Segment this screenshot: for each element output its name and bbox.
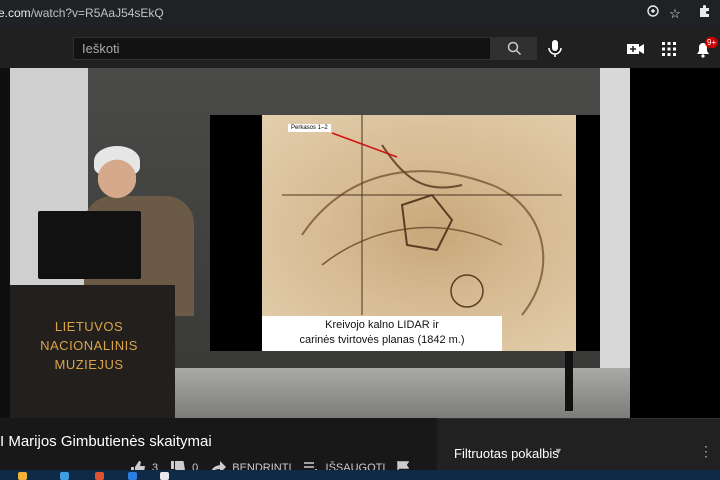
search-button[interactable] bbox=[491, 37, 537, 60]
podium: LIETUVOS NACIONALINIS MUZIEJUS bbox=[10, 285, 175, 418]
create-video-icon bbox=[627, 44, 644, 54]
taskbar-app-icon[interactable] bbox=[18, 472, 27, 480]
podium-line-2: NACIONALINIS bbox=[40, 338, 138, 353]
chevron-down-icon[interactable]: ▼ bbox=[554, 446, 563, 456]
notification-badge: 9+ bbox=[705, 37, 719, 48]
slide-caption-line-2: carinės tvirtovės planas (1842 m.) bbox=[299, 334, 465, 346]
taskbar-app-icon[interactable] bbox=[128, 472, 137, 480]
projection-screen: Perkasos 1–2 Kreivojo kalno LIDAR ir car… bbox=[210, 115, 600, 351]
apps-icon bbox=[662, 42, 676, 56]
speaker-head bbox=[98, 150, 136, 198]
podium-line-1: LIETUVOS bbox=[54, 319, 124, 334]
laptop bbox=[38, 211, 141, 279]
taskbar-app-icon[interactable] bbox=[95, 472, 104, 480]
podium-line-3: MUZIEJUS bbox=[54, 357, 124, 372]
chat-filter-label[interactable]: Filtruotas pokalbis bbox=[454, 446, 559, 461]
slide-map-image: Perkasos 1–2 Kreivojo kalno LIDAR ir car… bbox=[262, 115, 576, 351]
video-title: I Marijos Gimbutienės skaitymai bbox=[0, 433, 212, 450]
mic-icon bbox=[548, 40, 562, 57]
create-video-button[interactable] bbox=[624, 38, 646, 60]
mic-button[interactable] bbox=[544, 37, 566, 60]
search-input[interactable] bbox=[74, 38, 490, 59]
player-side-panel bbox=[630, 68, 720, 418]
more-options-icon[interactable]: ⋮ bbox=[699, 443, 713, 460]
left-edge bbox=[0, 68, 10, 418]
taskbar-app-icon[interactable] bbox=[160, 472, 169, 480]
slide-caption: Kreivojo kalno LIDAR ir carinės tvirtovė… bbox=[262, 316, 502, 351]
tripod-stand bbox=[565, 351, 573, 411]
extensions-icon[interactable] bbox=[694, 4, 714, 24]
slide-annotation-label: Perkasos 1–2 bbox=[288, 124, 331, 132]
search-icon bbox=[507, 41, 522, 56]
apps-button[interactable] bbox=[658, 38, 680, 60]
video-frame-right-wall bbox=[600, 68, 630, 388]
install-icon[interactable] bbox=[643, 4, 663, 24]
taskbar-app-icon[interactable] bbox=[60, 472, 69, 480]
slide-caption-line-1: Kreivojo kalno LIDAR ir bbox=[325, 319, 439, 331]
star-icon[interactable]: ☆ bbox=[665, 4, 685, 24]
search-box bbox=[73, 37, 491, 60]
video-player[interactable]: Perkasos 1–2 Kreivojo kalno LIDAR ir car… bbox=[10, 68, 630, 418]
url-text[interactable]: e.com/watch?v=R5AaJ54sEkQ bbox=[0, 6, 164, 20]
os-taskbar bbox=[0, 470, 720, 480]
masthead bbox=[0, 28, 720, 68]
live-chat-header: Filtruotas pokalbis ▼ ⋮ bbox=[437, 418, 720, 470]
browser-address-bar: e.com/watch?v=R5AaJ54sEkQ ☆ bbox=[0, 0, 720, 28]
podium-logo-text: LIETUVOS NACIONALINIS MUZIEJUS bbox=[26, 317, 152, 374]
